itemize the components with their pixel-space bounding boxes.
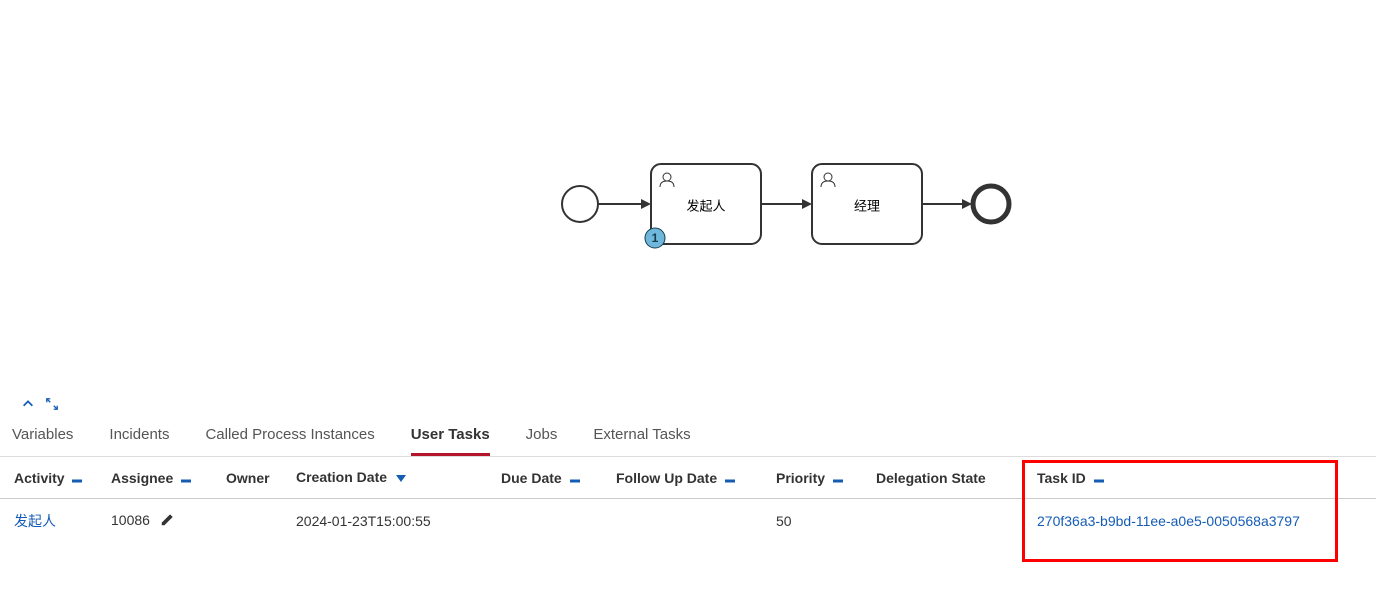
task1-label: 发起人 (686, 198, 725, 213)
tabs-bar: Variables Incidents Called Process Insta… (0, 416, 1376, 457)
header-delegation-state[interactable]: Delegation State (870, 457, 1015, 499)
header-activity-label: Activity (14, 470, 65, 486)
end-event[interactable] (973, 186, 1009, 222)
activity-link[interactable]: 发起人 (14, 513, 56, 529)
header-owner-label: Owner (226, 470, 270, 486)
header-task-id[interactable]: Task ID (1015, 457, 1376, 499)
user-tasks-table: Activity Assignee Owner Creation Date (0, 457, 1376, 543)
header-follow-up-label: Follow Up Date (616, 470, 717, 486)
header-creation-date[interactable]: Creation Date (290, 457, 495, 499)
assignee-value: 10086 (111, 512, 150, 528)
sort-desc-icon (395, 470, 407, 486)
header-creation-date-label: Creation Date (296, 469, 387, 485)
cell-owner (220, 499, 290, 544)
cell-task-id: 270f36a3-b9bd-11ee-a0e5-0050568a3797 (1015, 499, 1376, 544)
start-event[interactable] (562, 186, 598, 222)
header-owner[interactable]: Owner (220, 457, 290, 499)
sort-icon (1094, 472, 1104, 486)
sort-icon (181, 472, 191, 486)
sort-icon (725, 472, 735, 486)
sort-icon (570, 472, 580, 486)
tab-called-process-instances[interactable]: Called Process Instances (205, 416, 374, 456)
task-id-link[interactable]: 270f36a3-b9bd-11ee-a0e5-0050568a3797 (1037, 513, 1300, 529)
cell-delegation-state (870, 499, 1015, 544)
table-header-row: Activity Assignee Owner Creation Date (0, 457, 1376, 499)
tab-jobs[interactable]: Jobs (526, 416, 558, 456)
badge-count: 1 (652, 231, 659, 245)
user-tasks-table-container: Activity Assignee Owner Creation Date (0, 457, 1376, 543)
header-due-date[interactable]: Due Date (495, 457, 610, 499)
expand-panel-button[interactable] (44, 396, 60, 412)
tab-external-tasks[interactable]: External Tasks (593, 416, 690, 456)
table-row: 发起人 10086 2024-01-23T15:00:55 50 270f36a… (0, 499, 1376, 544)
cell-creation-date: 2024-01-23T15:00:55 (290, 499, 495, 544)
edit-assignee-icon[interactable] (160, 513, 174, 530)
cell-assignee: 10086 (105, 499, 220, 544)
tab-incidents[interactable]: Incidents (109, 416, 169, 456)
tab-variables[interactable]: Variables (12, 416, 73, 456)
sort-icon (833, 472, 843, 486)
arrow-head-icon (641, 199, 651, 209)
header-activity[interactable]: Activity (0, 457, 105, 499)
cell-follow-up-date (610, 499, 770, 544)
header-delegation-label: Delegation State (876, 470, 986, 486)
header-priority-label: Priority (776, 470, 825, 486)
task2-label: 经理 (854, 198, 880, 213)
cell-priority: 50 (770, 499, 870, 544)
header-task-id-label: Task ID (1037, 470, 1086, 486)
header-assignee[interactable]: Assignee (105, 457, 220, 499)
cell-activity: 发起人 (0, 499, 105, 544)
header-priority[interactable]: Priority (770, 457, 870, 499)
bpmn-diagram-area: 发起人 1 经理 (0, 0, 1376, 392)
collapse-panel-button[interactable] (20, 396, 36, 412)
header-assignee-label: Assignee (111, 470, 173, 486)
header-due-date-label: Due Date (501, 470, 562, 486)
arrow-head-icon (802, 199, 812, 209)
bpmn-diagram-svg: 发起人 1 经理 (0, 0, 1376, 392)
header-follow-up-date[interactable]: Follow Up Date (610, 457, 770, 499)
panel-controls (0, 392, 1376, 416)
tab-user-tasks[interactable]: User Tasks (411, 416, 490, 456)
sort-icon (72, 472, 82, 486)
cell-due-date (495, 499, 610, 544)
